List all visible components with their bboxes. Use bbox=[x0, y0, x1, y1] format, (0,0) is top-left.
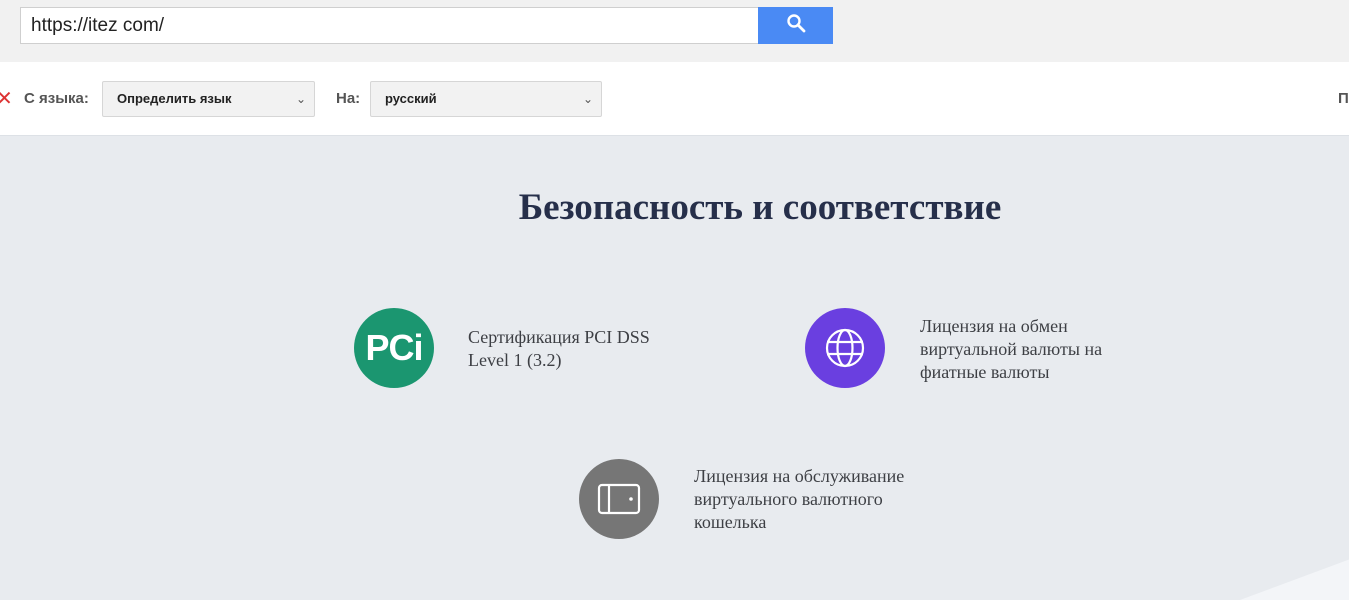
from-language-select[interactable]: Определить язык ⌄ bbox=[102, 81, 315, 117]
feature-line: виртуальной валюты на bbox=[920, 339, 1103, 359]
close-icon[interactable]: ✕ bbox=[0, 89, 13, 109]
feature-line: Лицензия на обмен bbox=[920, 316, 1068, 336]
truncated-option-label[interactable]: П bbox=[1338, 90, 1349, 107]
chevron-down-icon: ⌄ bbox=[582, 92, 593, 106]
url-input[interactable] bbox=[20, 7, 758, 44]
search-icon bbox=[786, 13, 806, 38]
to-language-label: На: bbox=[336, 90, 361, 107]
chevron-down-icon: ⌄ bbox=[295, 92, 306, 106]
wallet-icon bbox=[579, 459, 659, 539]
from-language-value: Определить язык bbox=[117, 91, 232, 106]
search-button[interactable] bbox=[758, 7, 833, 44]
to-language-value: русский bbox=[385, 91, 437, 106]
browser-toolbar bbox=[0, 0, 1349, 62]
feature-text-exchange-license: Лицензия на обмен виртуальной валюты на … bbox=[920, 315, 1102, 384]
feature-line: Level 1 (3.2) bbox=[468, 350, 562, 370]
feature-line: Лицензия на обслуживание bbox=[694, 466, 905, 486]
from-language-label: С языка: bbox=[24, 90, 89, 107]
feature-line: кошелька bbox=[694, 512, 767, 532]
feature-text-pci: Сертификация PCI DSS Level 1 (3.2) bbox=[468, 326, 650, 372]
globe-icon bbox=[805, 308, 885, 388]
page-title: Безопасность и соответствие bbox=[518, 187, 1002, 228]
to-language-select[interactable]: русский ⌄ bbox=[370, 81, 602, 117]
feature-text-wallet-license: Лицензия на обслуживание виртуального ва… bbox=[694, 465, 904, 534]
feature-line: Сертификация PCI DSS bbox=[468, 327, 650, 347]
pci-logo-icon: PCi bbox=[354, 308, 434, 388]
pci-logo-text: PCi bbox=[365, 327, 423, 368]
background-decoration bbox=[1240, 559, 1349, 600]
feature-line: фиатные валюты bbox=[920, 362, 1050, 382]
translate-bar: ✕ С языка: Определить язык ⌄ На: русский… bbox=[0, 62, 1349, 136]
feature-line: виртуального валютного bbox=[694, 489, 883, 509]
